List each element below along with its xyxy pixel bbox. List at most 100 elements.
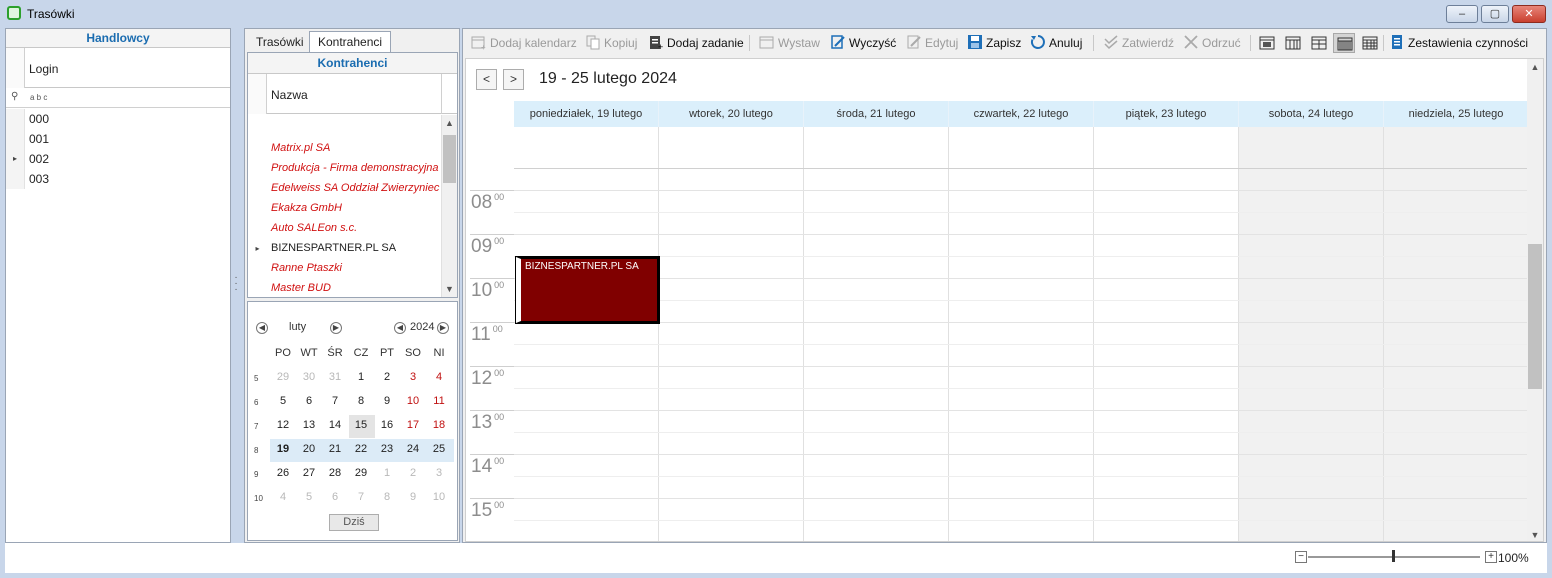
calendar-day[interactable]: 15 bbox=[348, 415, 374, 436]
calendar-day[interactable]: 2 bbox=[400, 463, 426, 484]
fullweek-view-button[interactable] bbox=[1333, 33, 1355, 53]
report-button[interactable]: Zestawienia czynności bbox=[1389, 34, 1528, 52]
next-range-button[interactable]: > bbox=[503, 69, 524, 90]
scheduler-scroll-thumb[interactable] bbox=[1528, 244, 1542, 389]
scheduler-scroll-up-icon[interactable]: ▲ bbox=[1527, 59, 1543, 75]
workweek-view-button[interactable] bbox=[1282, 33, 1304, 53]
add-task-button[interactable]: + Dodaj zadanie bbox=[648, 34, 744, 52]
zoom-in-button[interactable]: + bbox=[1485, 551, 1497, 563]
salesperson-row[interactable]: ▸ 002 bbox=[6, 149, 230, 169]
calendar-day[interactable]: 10 bbox=[426, 487, 452, 508]
week-view-button[interactable] bbox=[1308, 33, 1330, 53]
calendar-day[interactable]: 7 bbox=[322, 391, 348, 412]
calendar-day[interactable]: 11 bbox=[426, 391, 452, 412]
issue-button[interactable]: Wystaw bbox=[759, 34, 820, 52]
calendar-day[interactable]: 13 bbox=[296, 415, 322, 436]
day-header[interactable]: środa, 21 lutego bbox=[804, 101, 949, 127]
calendar-day[interactable]: 30 bbox=[296, 367, 322, 388]
calendar-day[interactable]: 18 bbox=[426, 415, 452, 436]
calendar-day[interactable]: 3 bbox=[426, 463, 452, 484]
calendar-day[interactable]: 10 bbox=[400, 391, 426, 412]
day-header[interactable]: czwartek, 22 lutego bbox=[949, 101, 1094, 127]
salesperson-row[interactable]: 000 bbox=[6, 109, 230, 129]
contractor-row[interactable]: Produkcja - Firma demonstracyjna bbox=[248, 159, 440, 179]
calendar-day[interactable]: 21 bbox=[322, 439, 348, 460]
name-column-header[interactable]: Nazwa bbox=[248, 74, 457, 114]
calendar-day[interactable]: 4 bbox=[270, 487, 296, 508]
calendar-day[interactable]: 14 bbox=[322, 415, 348, 436]
day-header[interactable]: sobota, 24 lutego bbox=[1239, 101, 1384, 127]
next-year-icon[interactable]: ▶ bbox=[437, 322, 449, 334]
login-column-header[interactable]: Login bbox=[6, 48, 230, 88]
add-calendar-button[interactable]: + Dodaj kalendarz bbox=[471, 34, 577, 52]
panel-splitter[interactable]: · · · bbox=[233, 273, 239, 295]
calendar-day[interactable]: 6 bbox=[322, 487, 348, 508]
contractors-scrollbar[interactable]: ▲ ▼ bbox=[441, 115, 457, 297]
zoom-thumb[interactable] bbox=[1392, 550, 1395, 562]
calendar-day[interactable]: 24 bbox=[400, 439, 426, 460]
maximize-button[interactable]: ▢ bbox=[1481, 5, 1509, 23]
month-label[interactable]: luty bbox=[289, 321, 306, 333]
calendar-day[interactable]: 19 bbox=[270, 439, 296, 460]
calendar-day[interactable]: 8 bbox=[374, 487, 400, 508]
day-view-button[interactable] bbox=[1256, 33, 1278, 53]
contractor-row[interactable]: Edelweiss SA Oddział Zwierzyniec bbox=[248, 179, 440, 199]
day-header[interactable]: piątek, 23 lutego bbox=[1094, 101, 1239, 127]
calendar-day[interactable]: 28 bbox=[322, 463, 348, 484]
scroll-down-icon[interactable]: ▼ bbox=[442, 281, 457, 297]
copy-button[interactable]: Kopiuj bbox=[585, 34, 637, 52]
cancel-button[interactable]: Anuluj bbox=[1030, 34, 1082, 52]
salesperson-row[interactable]: 003 bbox=[6, 169, 230, 189]
tab-trasowki[interactable]: Trasówki bbox=[247, 31, 313, 53]
year-label[interactable]: 2024 bbox=[410, 321, 434, 333]
calendar-day[interactable]: 5 bbox=[296, 487, 322, 508]
day-header[interactable]: poniedziałek, 19 lutego bbox=[514, 101, 659, 127]
calendar-day[interactable]: 17 bbox=[400, 415, 426, 436]
salesperson-row[interactable]: 001 bbox=[6, 129, 230, 149]
scroll-up-icon[interactable]: ▲ bbox=[442, 115, 457, 131]
prev-year-icon[interactable]: ◀ bbox=[394, 322, 406, 334]
minimize-button[interactable]: – bbox=[1446, 5, 1478, 23]
calendar-day[interactable]: 1 bbox=[374, 463, 400, 484]
filter-row[interactable]: ⚲ a b c bbox=[6, 89, 230, 108]
approve-button[interactable]: Zatwierdź bbox=[1103, 34, 1174, 52]
next-month-icon[interactable]: ▶ bbox=[330, 322, 342, 334]
calendar-day[interactable]: 4 bbox=[426, 367, 452, 388]
scheduler-scroll-down-icon[interactable]: ▼ bbox=[1527, 527, 1543, 541]
calendar-day[interactable]: 1 bbox=[348, 367, 374, 388]
prev-month-icon[interactable]: ◀ bbox=[256, 322, 268, 334]
calendar-day[interactable]: 6 bbox=[296, 391, 322, 412]
save-button[interactable]: Zapisz bbox=[967, 34, 1021, 52]
calendar-day[interactable]: 2 bbox=[374, 367, 400, 388]
contractor-row[interactable]: Ekakza GmbH bbox=[248, 199, 440, 219]
edit-button[interactable]: Edytuj bbox=[906, 34, 958, 52]
appointment[interactable]: BIZNESPARTNER.PL SA bbox=[515, 256, 660, 324]
calendar-day[interactable]: 29 bbox=[348, 463, 374, 484]
prev-range-button[interactable]: < bbox=[476, 69, 497, 90]
zoom-out-button[interactable]: − bbox=[1295, 551, 1307, 563]
calendar-day[interactable]: 3 bbox=[400, 367, 426, 388]
contractor-row[interactable]: Ranne Ptaszki bbox=[248, 259, 440, 279]
calendar-day[interactable]: 23 bbox=[374, 439, 400, 460]
clear-button[interactable]: Wyczyść bbox=[830, 34, 896, 52]
calendar-day[interactable]: 29 bbox=[270, 367, 296, 388]
calendar-day[interactable]: 9 bbox=[400, 487, 426, 508]
calendar-day[interactable]: 16 bbox=[374, 415, 400, 436]
calendar-day[interactable]: 12 bbox=[270, 415, 296, 436]
calendar-day[interactable]: 5 bbox=[270, 391, 296, 412]
calendar-day[interactable]: 31 bbox=[322, 367, 348, 388]
close-button[interactable]: ✕ bbox=[1512, 5, 1546, 23]
day-header[interactable]: niedziela, 25 lutego bbox=[1384, 101, 1529, 127]
calendar-day[interactable]: 7 bbox=[348, 487, 374, 508]
calendar-day[interactable]: 9 bbox=[374, 391, 400, 412]
calendar-day[interactable]: 8 bbox=[348, 391, 374, 412]
contractor-row[interactable]: ▸ BIZNESPARTNER.PL SA bbox=[248, 239, 440, 259]
month-view-button[interactable] bbox=[1359, 33, 1381, 53]
calendar-day[interactable]: 25 bbox=[426, 439, 452, 460]
contractor-row[interactable]: Matrix.pl SA bbox=[248, 139, 440, 159]
scroll-thumb[interactable] bbox=[443, 135, 456, 183]
calendar-day[interactable]: 22 bbox=[348, 439, 374, 460]
tab-kontrahenci[interactable]: Kontrahenci bbox=[309, 31, 392, 53]
calendar-day[interactable]: 27 bbox=[296, 463, 322, 484]
contractor-row[interactable]: Master BUD bbox=[248, 279, 440, 299]
